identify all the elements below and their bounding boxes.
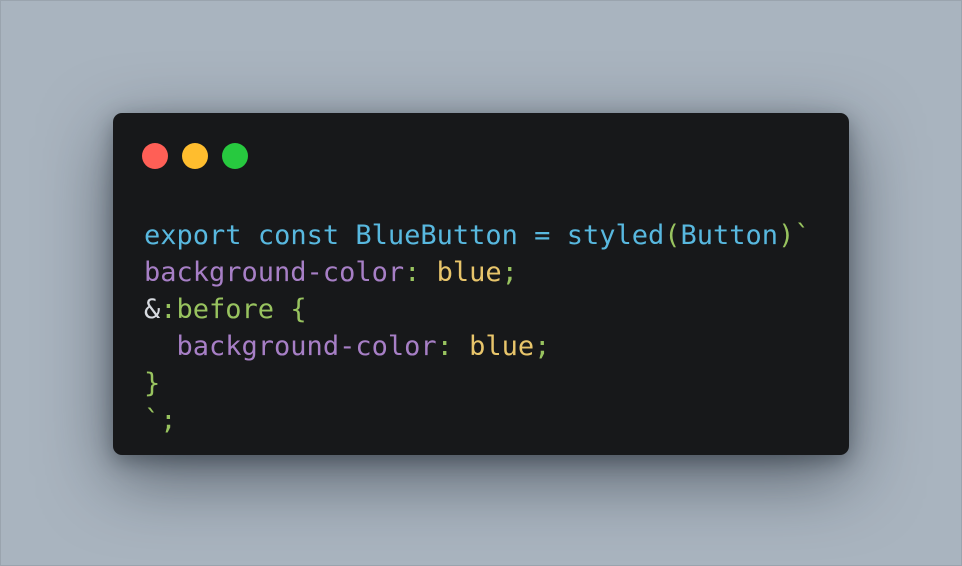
ampersand: & <box>144 294 161 325</box>
keyword-const: const <box>257 220 340 251</box>
code-block: export const BlueButton = styled(Button)… <box>144 217 811 439</box>
brace-open: { <box>274 294 307 325</box>
statement-semicolon: ; <box>160 405 177 436</box>
minimize-dot-icon[interactable] <box>182 143 208 169</box>
close-dot-icon[interactable] <box>142 143 168 169</box>
css-semicolon: ; <box>534 331 551 362</box>
argument-button: Button <box>680 220 779 251</box>
operator-equals: = <box>517 220 567 251</box>
css-colon: : <box>436 331 470 362</box>
code-window: export const BlueButton = styled(Button)… <box>113 113 849 455</box>
code-line-6: `; <box>144 402 811 439</box>
code-line-2: background-color: blue; <box>144 254 811 291</box>
css-value: blue <box>469 331 535 362</box>
maximize-dot-icon[interactable] <box>222 143 248 169</box>
code-line-4: background-color: blue; <box>144 328 811 365</box>
keyword-export: export <box>144 220 242 251</box>
brace-close: } <box>144 368 161 399</box>
css-semicolon: ; <box>501 257 518 288</box>
css-property: background-color <box>144 257 405 288</box>
template-backtick-close: ` <box>144 405 161 436</box>
template-backtick-open: ` <box>794 220 811 251</box>
paren-open: ( <box>664 220 681 251</box>
css-property: background-color <box>176 331 437 362</box>
code-line-5: } <box>144 365 811 402</box>
code-line-3: &:before { <box>144 291 811 328</box>
paren-close: ) <box>778 220 795 251</box>
css-value: blue <box>436 257 502 288</box>
function-styled: styled <box>566 220 665 251</box>
css-colon: : <box>404 257 437 288</box>
identifier-bluebutton: BlueButton <box>355 220 518 251</box>
pseudo-selector: :before <box>160 294 275 325</box>
code-line-1: export const BlueButton = styled(Button)… <box>144 217 811 254</box>
window-controls <box>142 143 248 169</box>
